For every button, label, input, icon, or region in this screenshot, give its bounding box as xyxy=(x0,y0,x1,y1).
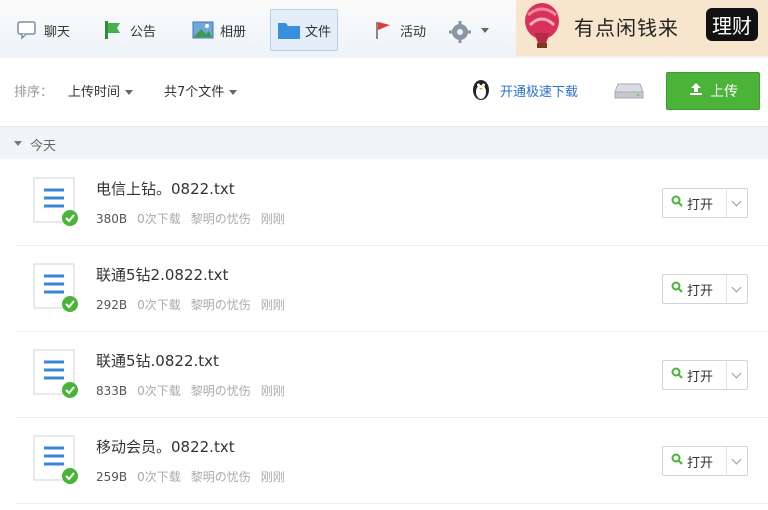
file-row[interactable]: 移动会员。0822.txt 259B 0次下载 黎明の忧伤 刚刚 打开 xyxy=(16,418,768,504)
date-group-header[interactable]: 今天 xyxy=(0,126,768,159)
open-label: 打开 xyxy=(687,455,714,471)
file-toolbar: 排序： 上传时间 共7个文件 开通极速下载 上传 xyxy=(0,58,768,124)
chevron-down-icon xyxy=(481,27,489,33)
file-name[interactable]: 联通5钻.0822.txt xyxy=(96,350,219,371)
download-count: 0次下载 xyxy=(137,384,181,398)
chevron-down-icon xyxy=(229,90,238,95)
hot-air-balloon-icon xyxy=(522,3,562,49)
tab-announcement[interactable]: 公告 xyxy=(102,10,156,50)
file-meta: 380B 0次下载 黎明の忧伤 刚刚 xyxy=(96,210,295,227)
photo-album-icon xyxy=(192,20,214,40)
advertisement-banner[interactable]: 有点闲钱来 理财 xyxy=(516,0,768,56)
chevron-down-icon xyxy=(731,196,742,207)
file-meta: 259B 0次下载 黎明の忧伤 刚刚 xyxy=(96,468,295,485)
tab-chat-label: 聊天 xyxy=(44,24,71,40)
file-row[interactable]: 联通5钻2.0822.txt 292B 0次下载 黎明の忧伤 刚刚 打开 xyxy=(16,246,768,332)
upload-time: 刚刚 xyxy=(260,470,285,484)
caret-down-icon xyxy=(14,141,22,146)
file-size: 259B xyxy=(96,470,128,484)
announcement-icon xyxy=(102,20,124,40)
uploader-name: 黎明の忧伤 xyxy=(190,470,251,484)
penguin-icon xyxy=(470,77,492,105)
search-icon xyxy=(671,195,683,211)
ad-badge: 理财 xyxy=(706,8,758,41)
open-main[interactable]: 打开 xyxy=(663,366,726,385)
file-name[interactable]: 移动会员。0822.txt xyxy=(96,436,235,457)
settings-menu[interactable] xyxy=(448,10,489,50)
tab-activity[interactable]: 活动 xyxy=(372,10,426,50)
tab-album-label: 相册 xyxy=(220,24,247,40)
sort-dropdown[interactable]: 上传时间 xyxy=(68,81,134,100)
open-label: 打开 xyxy=(687,197,714,213)
upload-icon xyxy=(688,81,704,101)
flag-icon xyxy=(372,20,394,40)
uploader-name: 黎明の忧伤 xyxy=(190,384,251,398)
tab-activity-label: 活动 xyxy=(400,24,427,40)
file-name[interactable]: 联通5钻2.0822.txt xyxy=(96,264,228,285)
uploader-name: 黎明の忧伤 xyxy=(190,212,251,226)
upload-label: 上传 xyxy=(710,84,738,100)
search-icon xyxy=(671,281,683,297)
text-file-icon xyxy=(32,176,78,228)
open-dropdown[interactable] xyxy=(725,361,747,389)
file-meta: 833B 0次下载 黎明の忧伤 刚刚 xyxy=(96,382,295,399)
open-main[interactable]: 打开 xyxy=(663,194,726,213)
file-list: 电信上钻。0822.txt 380B 0次下载 黎明の忧伤 刚刚 打开 联通5钻2.0… xyxy=(16,160,768,504)
open-button[interactable]: 打开 xyxy=(662,188,748,218)
sort-value: 上传时间 xyxy=(68,85,121,100)
upload-time: 刚刚 xyxy=(260,384,285,398)
tab-announcement-label: 公告 xyxy=(130,24,157,40)
search-icon xyxy=(671,367,683,383)
text-file-icon xyxy=(32,434,78,486)
tab-chat[interactable]: 聊天 xyxy=(16,10,70,50)
file-row[interactable]: 电信上钻。0822.txt 380B 0次下载 黎明の忧伤 刚刚 打开 xyxy=(16,160,768,246)
chevron-down-icon xyxy=(125,90,134,95)
tab-album[interactable]: 相册 xyxy=(192,10,246,50)
speed-download-link[interactable]: 开通极速下载 xyxy=(500,81,578,100)
text-file-icon xyxy=(32,262,78,314)
tab-files-label: 文件 xyxy=(305,24,332,40)
chevron-down-icon xyxy=(731,368,742,379)
folder-icon xyxy=(277,20,300,40)
download-count: 0次下载 xyxy=(137,212,181,226)
tab-files[interactable]: 文件 xyxy=(270,9,339,51)
group-label: 今天 xyxy=(30,139,57,154)
search-icon xyxy=(671,453,683,469)
upload-time: 刚刚 xyxy=(260,298,285,312)
open-main[interactable]: 打开 xyxy=(663,452,726,471)
gear-icon xyxy=(448,20,471,43)
file-row[interactable]: 联通5钻.0822.txt 833B 0次下载 黎明の忧伤 刚刚 打开 xyxy=(16,332,768,418)
open-dropdown[interactable] xyxy=(725,275,747,303)
storage-drive-icon[interactable] xyxy=(614,80,644,104)
chat-bubble-icon xyxy=(16,20,38,40)
open-button[interactable]: 打开 xyxy=(662,360,748,390)
upload-time: 刚刚 xyxy=(260,212,285,226)
open-label: 打开 xyxy=(687,369,714,385)
open-dropdown[interactable] xyxy=(725,189,747,217)
sort-prefix: 排序： xyxy=(14,85,54,100)
open-button[interactable]: 打开 xyxy=(662,274,748,304)
ad-text: 有点闲钱来 xyxy=(574,16,679,40)
file-size: 292B xyxy=(96,298,128,312)
file-size: 833B xyxy=(96,384,128,398)
upload-button[interactable]: 上传 xyxy=(666,72,760,110)
uploader-name: 黎明の忧伤 xyxy=(190,298,251,312)
open-dropdown[interactable] xyxy=(725,447,747,475)
file-count-dropdown[interactable]: 共7个文件 xyxy=(164,81,238,100)
chevron-down-icon xyxy=(731,282,742,293)
file-name[interactable]: 电信上钻。0822.txt xyxy=(96,178,235,199)
file-size: 380B xyxy=(96,212,128,226)
download-count: 0次下载 xyxy=(137,298,181,312)
text-file-icon xyxy=(32,348,78,400)
open-label: 打开 xyxy=(687,283,714,299)
file-count: 共7个文件 xyxy=(164,85,225,100)
open-button[interactable]: 打开 xyxy=(662,446,748,476)
open-main[interactable]: 打开 xyxy=(663,280,726,299)
top-nav-bar: 聊天 公告 相册 文件 活动 有点闲钱来 理财 xyxy=(0,0,768,59)
download-count: 0次下载 xyxy=(137,470,181,484)
chevron-down-icon xyxy=(731,454,742,465)
file-meta: 292B 0次下载 黎明の忧伤 刚刚 xyxy=(96,296,295,313)
